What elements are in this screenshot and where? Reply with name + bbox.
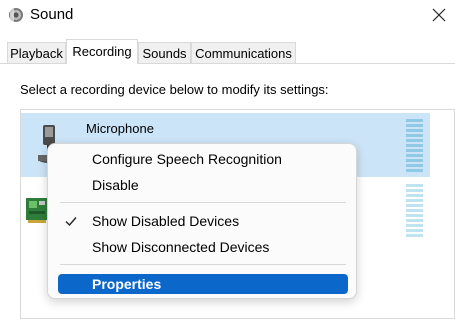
tab-sounds[interactable]: Sounds [138,42,191,63]
title-bar: Sound [0,0,455,32]
instruction-text: Select a recording device below to modif… [20,82,329,97]
menu-item-show-disabled-devices[interactable]: Show Disabled Devices [58,211,348,231]
window-title: Sound [30,6,74,23]
close-icon [432,8,446,22]
speaker-icon [9,8,23,22]
context-menu: Configure Speech Recognition Disable Sho… [47,143,357,299]
menu-item-label: Configure Speech Recognition [92,151,282,167]
menu-item-show-disconnected-devices[interactable]: Show Disconnected Devices [58,237,348,257]
menu-item-label: Properties [92,276,162,292]
menu-item-disable[interactable]: Disable [58,175,348,195]
menu-item-label: Show Disconnected Devices [92,239,270,255]
tab-communications[interactable]: Communications [191,42,296,63]
menu-item-label: Disable [92,177,139,193]
menu-item-label: Show Disabled Devices [92,213,240,229]
menu-item-configure-speech-recognition[interactable]: Configure Speech Recognition [58,149,348,169]
menu-separator [60,264,346,265]
tab-playback[interactable]: Playback [7,42,66,63]
sound-card-icon [26,198,48,223]
menu-item-properties[interactable]: Properties [58,274,348,294]
level-meter [406,119,423,172]
menu-separator [60,202,346,203]
level-meter [406,184,423,237]
close-button[interactable] [424,1,454,29]
checkmark-icon [65,217,77,227]
device-name: Microphone [86,121,154,136]
tab-recording[interactable]: Recording [66,39,138,64]
